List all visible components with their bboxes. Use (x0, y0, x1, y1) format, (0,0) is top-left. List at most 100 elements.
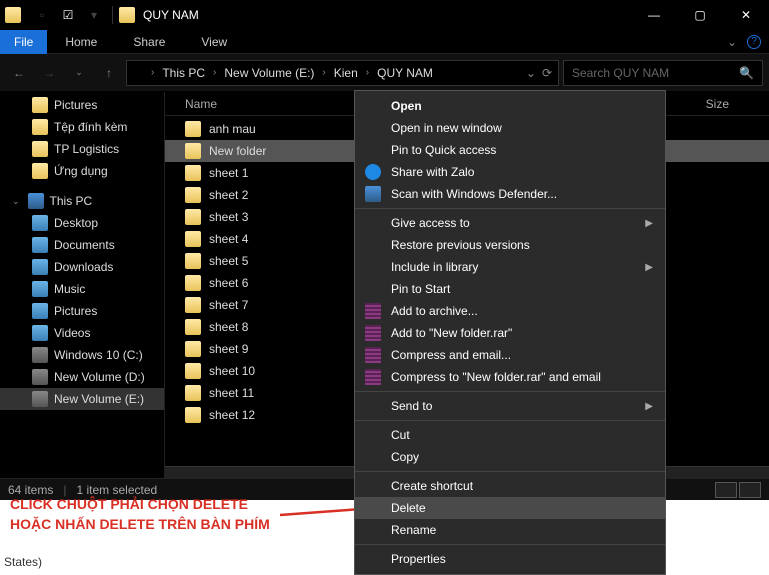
ribbon-help: ⌄ ? (727, 35, 769, 49)
context-menu-item-cut[interactable]: Cut (355, 424, 665, 446)
sidebar-item[interactable]: Windows 10 (C:) (0, 344, 164, 366)
context-menu-item-rename[interactable]: Rename (355, 519, 665, 541)
file-name: New folder (209, 144, 266, 158)
chevron-right-icon[interactable]: › (213, 67, 216, 78)
context-menu-item-send-to[interactable]: Send to▶ (355, 395, 665, 417)
context-menu-item-compress-email[interactable]: Compress and email... (355, 344, 665, 366)
view-icons-button[interactable] (739, 482, 761, 498)
file-name: sheet 4 (209, 232, 248, 246)
folder-icon (32, 141, 48, 157)
sidebar-item[interactable]: Desktop (0, 212, 164, 234)
shield-icon (365, 186, 381, 202)
chevron-right-icon[interactable]: › (366, 67, 369, 78)
chevron-right-icon[interactable]: › (151, 67, 154, 78)
sidebar-item[interactable]: TP Logistics (0, 138, 164, 160)
collapse-icon[interactable]: ⌄ (12, 196, 20, 207)
search-icon: 🔍 (739, 66, 754, 80)
sidebar-item[interactable]: Videos (0, 322, 164, 344)
breadcrumb-seg[interactable]: QUY NAM (373, 66, 437, 80)
chevron-right-icon[interactable]: › (322, 67, 325, 78)
folder-icon (32, 97, 48, 113)
view-details-button[interactable] (715, 482, 737, 498)
qat-item-checked[interactable]: ☑ (56, 3, 80, 27)
context-menu-item-copy[interactable]: Copy (355, 446, 665, 468)
breadcrumb-seg[interactable]: New Volume (E:) (220, 66, 318, 80)
folder-icon[interactable] (4, 3, 28, 27)
folder-icon (185, 231, 201, 247)
menu-separator (355, 391, 665, 392)
context-menu-item-create-shortcut[interactable]: Create shortcut (355, 475, 665, 497)
up-button[interactable]: ↑ (96, 60, 122, 86)
refresh-icon[interactable]: ⟳ (542, 66, 552, 80)
context-menu-item-add-archive[interactable]: Add to archive... (355, 300, 665, 322)
menu-separator (355, 544, 665, 545)
folder-icon (133, 66, 147, 80)
context-menu-item-pin-quick[interactable]: Pin to Quick access (355, 139, 665, 161)
sidebar-item[interactable]: Pictures (0, 94, 164, 116)
context-menu-item-include-lib[interactable]: Include in library▶ (355, 256, 665, 278)
ribbon-tabs: File Home Share View ⌄ ? (0, 30, 769, 54)
tab-home[interactable]: Home (47, 30, 115, 54)
sidebar-item[interactable]: Downloads (0, 256, 164, 278)
sidebar-item-label: Pictures (54, 304, 97, 318)
sidebar-item-label: Pictures (54, 98, 97, 112)
close-button[interactable]: ✕ (723, 0, 769, 30)
tab-file[interactable]: File (0, 30, 47, 54)
file-name: sheet 8 (209, 320, 248, 334)
context-menu-item-open[interactable]: Open (355, 95, 665, 117)
folder-icon (119, 7, 135, 23)
submenu-arrow-icon: ▶ (645, 262, 653, 273)
context-menu-label: Add to "New folder.rar" (391, 326, 512, 340)
drive-icon (32, 391, 48, 407)
sidebar-item-label: This PC (50, 194, 93, 208)
sidebar-item-label: New Volume (D:) (54, 370, 145, 384)
recent-dropdown[interactable]: ⌄ (66, 60, 92, 86)
sidebar-item[interactable]: Music (0, 278, 164, 300)
sidebar-item[interactable]: Documents (0, 234, 164, 256)
sidebar-item[interactable]: Tệp đính kèm (0, 116, 164, 138)
breadcrumb-seg[interactable]: This PC (158, 66, 209, 80)
forward-button[interactable]: → (36, 60, 62, 86)
titlebar: ▫ ☑ ▾ QUY NAM — ▢ ✕ (0, 0, 769, 30)
back-button[interactable]: ← (6, 60, 32, 86)
context-menu-item-add-rar[interactable]: Add to "New folder.rar" (355, 322, 665, 344)
sidebar-item-label: Videos (54, 326, 90, 340)
videos-icon (32, 325, 48, 341)
context-menu-item-give-access[interactable]: Give access to▶ (355, 212, 665, 234)
tab-share[interactable]: Share (115, 30, 183, 54)
help-icon[interactable]: ? (747, 35, 761, 49)
navigation-pane[interactable]: Pictures Tệp đính kèm TP Logistics Ứng d… (0, 92, 165, 478)
tab-view[interactable]: View (183, 30, 245, 54)
maximize-button[interactable]: ▢ (677, 0, 723, 30)
sidebar-item-label: Desktop (54, 216, 98, 230)
qat-overflow[interactable]: ▾ (82, 3, 106, 27)
breadcrumb-seg[interactable]: Kien (330, 66, 362, 80)
context-menu-item-defender[interactable]: Scan with Windows Defender... (355, 183, 665, 205)
rar-icon (365, 347, 381, 363)
context-menu-item-delete[interactable]: Delete (355, 497, 665, 519)
sidebar-item[interactable]: Ứng dụng (0, 160, 164, 182)
qat-item[interactable]: ▫ (30, 3, 54, 27)
context-menu-item-open-new[interactable]: Open in new window (355, 117, 665, 139)
file-name: sheet 2 (209, 188, 248, 202)
window-controls: — ▢ ✕ (631, 0, 769, 30)
context-menu-item-zalo[interactable]: Share with Zalo (355, 161, 665, 183)
sidebar-item[interactable]: New Volume (D:) (0, 366, 164, 388)
sidebar-item[interactable]: New Volume (E:) (0, 388, 164, 410)
sidebar-item[interactable]: Pictures (0, 300, 164, 322)
ribbon-chevron-icon[interactable]: ⌄ (727, 35, 737, 49)
search-input[interactable]: Search QUY NAM 🔍 (563, 60, 763, 86)
dropdown-icon[interactable]: ⌄ (526, 66, 536, 80)
sidebar-item-this-pc[interactable]: ⌄ This PC (0, 190, 164, 212)
rar-icon (365, 369, 381, 385)
address-bar[interactable]: › This PC › New Volume (E:) › Kien › QUY… (126, 60, 559, 86)
folder-icon (185, 385, 201, 401)
sidebar-item-label: New Volume (E:) (54, 392, 144, 406)
context-menu-item-pin-start[interactable]: Pin to Start (355, 278, 665, 300)
context-menu-item-restore[interactable]: Restore previous versions (355, 234, 665, 256)
folder-icon (185, 253, 201, 269)
context-menu-item-properties[interactable]: Properties (355, 548, 665, 570)
context-menu-item-compress-rar-email[interactable]: Compress to "New folder.rar" and email (355, 366, 665, 388)
minimize-button[interactable]: — (631, 0, 677, 30)
column-header-size[interactable]: Size (706, 97, 729, 111)
